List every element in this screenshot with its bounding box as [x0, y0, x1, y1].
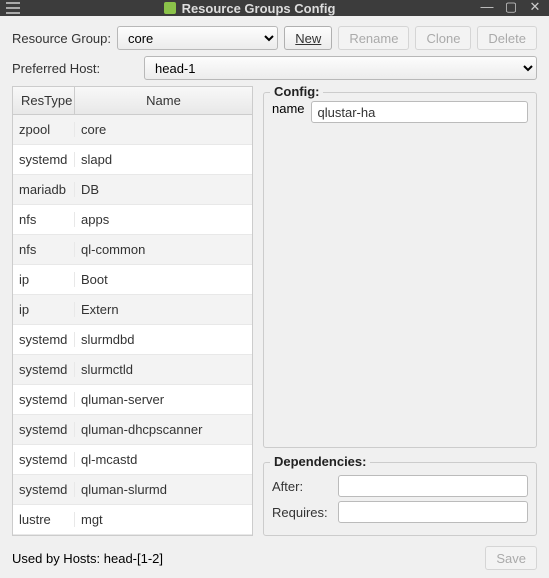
config-title: Config:	[270, 84, 323, 99]
cell-name: Boot	[75, 272, 252, 287]
requires-input[interactable]	[338, 501, 528, 523]
preferred-host-row: Preferred Host: head-1	[12, 56, 537, 80]
table-row[interactable]: systemdslapd	[13, 145, 252, 175]
table-row[interactable]: lustremgt	[13, 505, 252, 535]
table-row[interactable]: nfsapps	[13, 205, 252, 235]
table-row[interactable]: mariadbDB	[13, 175, 252, 205]
cell-restype: lustre	[13, 512, 75, 527]
footer: Used by Hosts: head-[1-2] Save	[12, 542, 537, 570]
preferred-host-label: Preferred Host:	[12, 61, 138, 76]
cell-restype: mariadb	[13, 182, 75, 197]
resource-table: ResType Name zpoolcoresystemdslapdmariad…	[12, 86, 253, 536]
cell-name: DB	[75, 182, 252, 197]
requires-label: Requires:	[272, 505, 338, 520]
dependencies-group: Dependencies: After: Requires:	[263, 462, 537, 536]
table-row[interactable]: systemdqluman-slurmd	[13, 475, 252, 505]
cell-name: slurmdbd	[75, 332, 252, 347]
table-row[interactable]: systemdql-mcastd	[13, 445, 252, 475]
window-title: Resource Groups Config	[182, 1, 336, 16]
table-header: ResType Name	[13, 87, 252, 115]
after-row: After:	[272, 475, 528, 497]
table-row[interactable]: systemdslurmctld	[13, 355, 252, 385]
config-group: Config: name	[263, 92, 537, 448]
dependencies-title: Dependencies:	[270, 454, 370, 469]
cell-restype: ip	[13, 272, 75, 287]
rename-button[interactable]: Rename	[338, 26, 409, 50]
config-body: name	[272, 101, 528, 427]
cell-restype: systemd	[13, 422, 75, 437]
minimize-icon[interactable]: —	[479, 0, 495, 16]
new-button[interactable]: New	[284, 26, 332, 50]
cell-name: slapd	[75, 152, 252, 167]
delete-button[interactable]: Delete	[477, 26, 537, 50]
cell-restype: zpool	[13, 122, 75, 137]
table-row[interactable]: systemdslurmdbd	[13, 325, 252, 355]
after-label: After:	[272, 479, 338, 494]
cell-restype: ip	[13, 302, 75, 317]
cell-name: core	[75, 122, 252, 137]
table-row[interactable]: systemdqluman-dhcpscanner	[13, 415, 252, 445]
cell-name: qluman-server	[75, 392, 252, 407]
col-restype[interactable]: ResType	[13, 87, 75, 114]
cell-restype: systemd	[13, 482, 75, 497]
cell-restype: systemd	[13, 152, 75, 167]
cell-name: ql-mcastd	[75, 452, 252, 467]
table-row[interactable]: nfsql-common	[13, 235, 252, 265]
titlebar: Resource Groups Config — ▢ ✕	[0, 0, 549, 16]
requires-row: Requires:	[272, 501, 528, 523]
cell-restype: systemd	[13, 362, 75, 377]
cell-restype: nfs	[13, 242, 75, 257]
main-area: ResType Name zpoolcoresystemdslapdmariad…	[12, 86, 537, 536]
app-logo-icon	[164, 2, 176, 14]
resource-group-row: Resource Group: core New Rename Clone De…	[12, 26, 537, 50]
table-row[interactable]: systemdqluman-server	[13, 385, 252, 415]
cell-name: apps	[75, 212, 252, 227]
cell-restype: systemd	[13, 452, 75, 467]
resource-group-label: Resource Group:	[12, 31, 111, 46]
clone-button[interactable]: Clone	[415, 26, 471, 50]
after-input[interactable]	[338, 475, 528, 497]
table-row[interactable]: ipBoot	[13, 265, 252, 295]
cell-restype: nfs	[13, 212, 75, 227]
table-row[interactable]: zpoolcore	[13, 115, 252, 145]
cell-name: mgt	[75, 512, 252, 527]
close-icon[interactable]: ✕	[527, 0, 543, 16]
cell-name: ql-common	[75, 242, 252, 257]
config-name-input[interactable]	[311, 101, 528, 123]
cell-name: slurmctld	[75, 362, 252, 377]
table-body: zpoolcoresystemdslapdmariadbDBnfsappsnfs…	[13, 115, 252, 535]
save-button[interactable]: Save	[485, 546, 537, 570]
resource-group-select[interactable]: core	[117, 26, 278, 50]
cell-name: qluman-slurmd	[75, 482, 252, 497]
cell-name: qluman-dhcpscanner	[75, 422, 252, 437]
used-by-hosts: Used by Hosts: head-[1-2]	[12, 551, 163, 566]
cell-restype: systemd	[13, 392, 75, 407]
table-row[interactable]: ipExtern	[13, 295, 252, 325]
cell-name: Extern	[75, 302, 252, 317]
cell-restype: systemd	[13, 332, 75, 347]
menu-icon[interactable]	[6, 2, 20, 14]
preferred-host-select[interactable]: head-1	[144, 56, 537, 80]
col-name[interactable]: Name	[75, 87, 252, 114]
content: Resource Group: core New Rename Clone De…	[0, 16, 549, 578]
right-panel: Config: name Dependencies: After: Requir…	[263, 86, 537, 536]
config-name-label: name	[272, 101, 305, 116]
title-area: Resource Groups Config	[28, 1, 471, 16]
maximize-icon[interactable]: ▢	[503, 0, 519, 16]
